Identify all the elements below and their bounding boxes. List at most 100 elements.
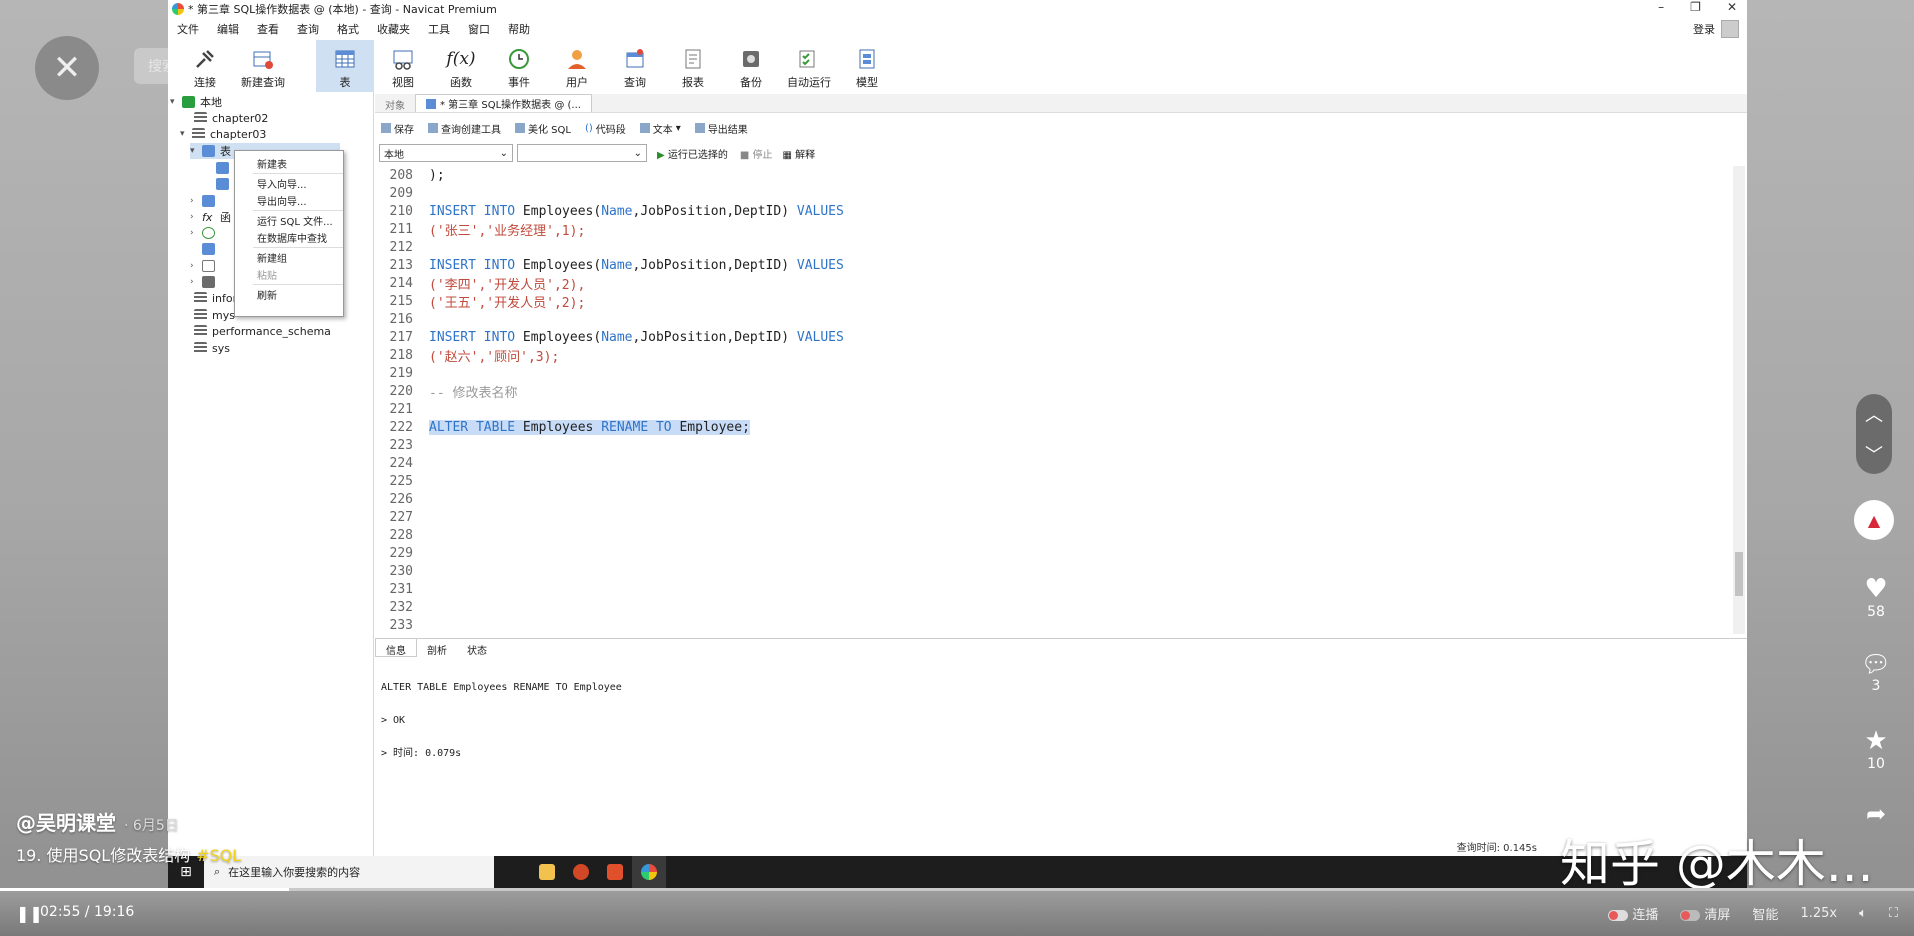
menu-item-find[interactable]: 在数据库中查找 — [235, 229, 343, 246]
tree-node-queries[interactable] — [202, 241, 220, 257]
menu-file[interactable]: 文件 — [168, 21, 208, 37]
toolbar-user[interactable]: 用户 — [548, 40, 606, 92]
sql-editor[interactable]: 208); 209 210 INSERT INTO Employees(Name,… — [375, 166, 1745, 634]
menu-edit[interactable]: 编辑 — [208, 21, 248, 37]
tab-objects[interactable]: 对象 — [375, 94, 415, 112]
tree-node-sys[interactable]: sys — [194, 340, 230, 356]
comment-action[interactable]: 💬︎ 3 — [1846, 650, 1906, 694]
save-button[interactable]: 保存 — [381, 121, 414, 136]
taskbar-search[interactable]: ⌕ 在这里输入你要搜索的内容 — [204, 856, 494, 888]
tree-node-chapter03[interactable]: ▾ chapter03 — [180, 126, 266, 142]
author-name[interactable]: @吴明课堂 — [16, 811, 116, 835]
tree-node-functions[interactable]: › fx 函 — [190, 209, 231, 225]
beautify-sql-button[interactable]: 美化 SQL — [515, 121, 571, 136]
toolbar-model[interactable]: 模型 — [838, 40, 896, 92]
scrollbar-thumb[interactable] — [1735, 552, 1743, 596]
chevron-down-icon[interactable]: ﹀ — [1865, 441, 1883, 467]
video-tag[interactable]: #SQL — [196, 846, 241, 865]
menu-window[interactable]: 窗口 — [459, 21, 499, 37]
tab-info[interactable]: 信息 — [375, 639, 417, 657]
run-selected-button[interactable]: ▶ 运行已选择的 — [657, 146, 728, 161]
menu-help[interactable]: 帮助 — [499, 21, 539, 37]
fullscreen-icon[interactable]: ⛶ — [1889, 906, 1898, 921]
tree-node-reports[interactable]: › — [190, 258, 220, 274]
taskbar-app-navicat[interactable] — [632, 856, 666, 888]
text-button[interactable]: 文本 ▾ — [639, 121, 681, 136]
menu-item-new-group[interactable]: 新建组 — [235, 249, 343, 266]
toolbar-report[interactable]: 报表 — [664, 40, 722, 92]
like-action[interactable]: ♥ 58 — [1846, 574, 1906, 620]
login-area[interactable]: 登录 — [1693, 20, 1739, 38]
chevron-down-icon[interactable]: ▾ — [190, 146, 202, 156]
tab-profile[interactable]: 剖析 — [417, 639, 457, 657]
tree-node-local[interactable]: ▾ 本地 — [170, 94, 222, 110]
editor-scrollbar[interactable] — [1733, 166, 1745, 634]
menu-item-run-sql[interactable]: 运行 SQL 文件... — [235, 212, 343, 229]
close-icon[interactable]: ✕ — [35, 36, 99, 100]
toolbar-table[interactable]: 表 — [316, 40, 374, 92]
code-snippet-button[interactable]: () 代码段 — [585, 121, 626, 136]
toolbar-query[interactable]: 查询 — [606, 40, 664, 92]
speed-button[interactable]: 1.25x — [1800, 906, 1837, 921]
menu-item-new-table[interactable]: 新建表 — [235, 155, 343, 172]
explain-button[interactable]: ▦ 解释 — [783, 146, 816, 161]
login-label[interactable]: 登录 — [1693, 21, 1715, 37]
video-author[interactable]: @吴明课堂 · 6月5日 — [16, 807, 179, 836]
chevron-right-icon[interactable]: › — [190, 261, 202, 271]
toolbar-new-query[interactable]: 新建查询 — [234, 40, 292, 92]
taskbar-app-explorer[interactable] — [530, 856, 564, 888]
tab-status[interactable]: 状态 — [457, 639, 497, 657]
chevron-up-icon[interactable]: ︿ — [1865, 401, 1883, 427]
quality-button[interactable]: 智能 — [1752, 904, 1778, 923]
menu-item-paste[interactable]: 粘贴 — [235, 266, 343, 283]
pause-icon[interactable]: ❚❚ — [16, 904, 43, 923]
toolbar-view[interactable]: 视图 — [374, 40, 432, 92]
tree-node-events[interactable]: › — [190, 225, 220, 241]
clear-screen-toggle[interactable]: 清屏 — [1680, 904, 1730, 923]
taskbar-app-powerpoint[interactable] — [564, 856, 598, 888]
chevron-right-icon[interactable]: › — [190, 277, 202, 287]
channel-logo-icon[interactable]: ▲ — [1854, 500, 1894, 540]
toolbar-event[interactable]: 事件 — [490, 40, 548, 92]
tab-query[interactable]: * 第三章 SQL操作数据表 @ (... — [415, 94, 592, 112]
query-builder-button[interactable]: 查询创建工具 — [428, 121, 501, 136]
chevron-down-icon[interactable]: ▾ — [170, 97, 182, 107]
restore-icon[interactable]: ❐ — [1690, 0, 1701, 14]
tree-node-table-1[interactable] — [216, 160, 234, 176]
tree-node-table-2[interactable] — [216, 176, 234, 192]
chevron-down-icon[interactable]: ▾ — [180, 129, 192, 139]
taskbar-app-xmind[interactable] — [598, 856, 632, 888]
menu-view[interactable]: 查看 — [248, 21, 288, 37]
export-results-button[interactable]: 导出结果 — [694, 121, 748, 136]
progress-bar[interactable] — [0, 888, 1914, 891]
toolbar-backup[interactable]: 备份 — [722, 40, 780, 92]
tree-node-performance-schema[interactable]: performance_schema — [194, 323, 331, 339]
menu-tools[interactable]: 工具 — [419, 21, 459, 37]
volume-icon[interactable]: 🔈︎ — [1859, 906, 1867, 921]
tree-node-views[interactable]: › — [190, 193, 220, 209]
chevron-right-icon[interactable]: › — [190, 228, 202, 238]
menu-query[interactable]: 查询 — [288, 21, 328, 37]
database-select[interactable]: ⌄ — [517, 144, 647, 162]
menu-format[interactable]: 格式 — [328, 21, 368, 37]
close-window-icon[interactable]: ✕ — [1727, 0, 1737, 14]
autoplay-toggle[interactable]: 连播 — [1608, 904, 1658, 923]
minimize-icon[interactable]: – — [1658, 0, 1664, 14]
tree-node-backups[interactable]: › — [190, 274, 220, 290]
menu-item-export[interactable]: 导出向导... — [235, 192, 343, 209]
avatar-icon[interactable] — [1721, 20, 1739, 38]
toolbar-function[interactable]: f(x) 函数 — [432, 40, 490, 92]
toolbar-autorun[interactable]: 自动运行 — [780, 40, 838, 92]
menu-item-import[interactable]: 导入向导... — [235, 175, 343, 192]
tree-node-mysql[interactable]: mys — [194, 307, 235, 323]
chevron-right-icon[interactable]: › — [190, 212, 202, 222]
tree-node-information-schema[interactable]: infor — [194, 290, 237, 306]
tree-node-chapter02[interactable]: chapter02 — [194, 110, 268, 126]
connection-select[interactable]: 本地 ⌄ — [379, 144, 513, 162]
chevron-right-icon[interactable]: › — [190, 196, 202, 206]
menu-favorites[interactable]: 收藏夹 — [368, 21, 419, 37]
menu-item-refresh[interactable]: 刷新 — [235, 286, 343, 303]
toolbar-connect[interactable]: 连接 — [176, 40, 234, 92]
stop-button[interactable]: ■ 停止 — [740, 146, 773, 161]
share-action[interactable]: ➦ — [1846, 800, 1906, 828]
